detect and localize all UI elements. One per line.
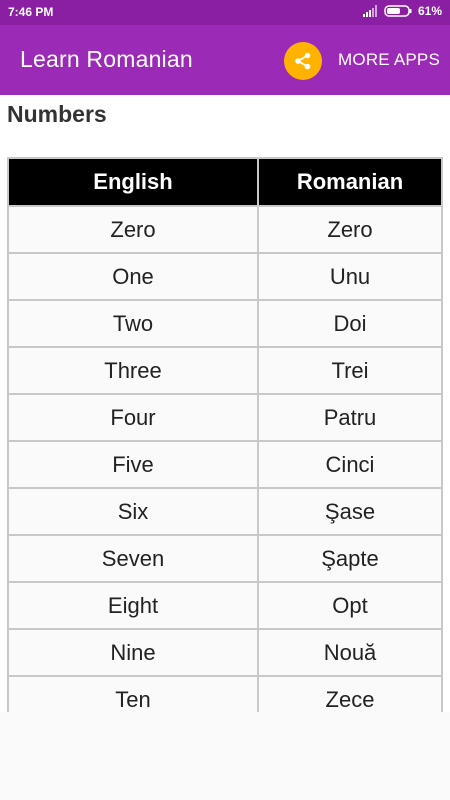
status-bar: 7:46 PM 61% <box>0 0 450 25</box>
english-cell: One <box>9 252 259 301</box>
table-row: Four Patru <box>9 393 441 442</box>
table-body: Zero Zero One Unu Two Doi Three Trei Four Patru Fi… <box>9 205 441 712</box>
romanian-cell: Nouă <box>257 628 441 677</box>
table-row: Six Şase <box>9 487 441 536</box>
romanian-cell: Cinci <box>257 440 441 489</box>
english-cell: Ten <box>9 675 259 712</box>
app-bar: Learn Romanian MORE APPS <box>0 25 450 95</box>
english-cell: Zero <box>9 205 259 254</box>
table-row: Seven Şapte <box>9 534 441 583</box>
romanian-cell: Trei <box>257 346 441 395</box>
share-button[interactable] <box>284 42 322 80</box>
table-row: Nine Nouă <box>9 628 441 677</box>
romanian-cell: Şase <box>257 487 441 536</box>
battery-percent: 61% <box>417 4 442 18</box>
romanian-cell: Zece <box>257 675 441 712</box>
table-row: Ten Zece <box>9 675 441 712</box>
romanian-cell: Zero <box>257 205 441 254</box>
header-english: English <box>9 159 259 207</box>
signal-icon <box>362 5 377 17</box>
battery-icon <box>384 5 412 17</box>
romanian-cell: Opt <box>257 581 441 630</box>
romanian-cell: Patru <box>257 393 441 442</box>
english-cell: Three <box>9 346 259 395</box>
more-apps-button[interactable]: MORE APPS <box>338 50 440 70</box>
romanian-cell: Unu <box>257 252 441 301</box>
numbers-table: English Romanian Zero Zero One Unu Two Doi Thr… <box>7 157 443 712</box>
table-row: Eight Opt <box>9 581 441 630</box>
romanian-cell: Doi <box>257 299 441 348</box>
status-time: 7:46 PM <box>8 5 54 19</box>
table-row: Three Trei <box>9 346 441 395</box>
table-row: Five Cinci <box>9 440 441 489</box>
content-area: Numbers English Romanian Zero Zero One Unu T… <box>0 95 450 712</box>
romanian-cell: Şapte <box>257 534 441 583</box>
app-title: Learn Romanian <box>20 46 193 72</box>
english-cell: Five <box>9 440 259 489</box>
table-row: Two Doi <box>9 299 441 348</box>
table-row: One Unu <box>9 252 441 301</box>
table-header-row: English Romanian <box>9 159 441 207</box>
english-cell: Six <box>9 487 259 536</box>
bottom-blank-area <box>0 712 450 800</box>
share-icon <box>295 52 311 70</box>
english-cell: Eight <box>9 581 259 630</box>
header-romanian: Romanian <box>257 159 441 207</box>
status-icons: 61% <box>362 4 442 18</box>
english-cell: Four <box>9 393 259 442</box>
english-cell: Two <box>9 299 259 348</box>
table-row: Zero Zero <box>9 205 441 254</box>
english-cell: Seven <box>9 534 259 583</box>
section-title: Numbers <box>7 101 107 127</box>
english-cell: Nine <box>9 628 259 677</box>
